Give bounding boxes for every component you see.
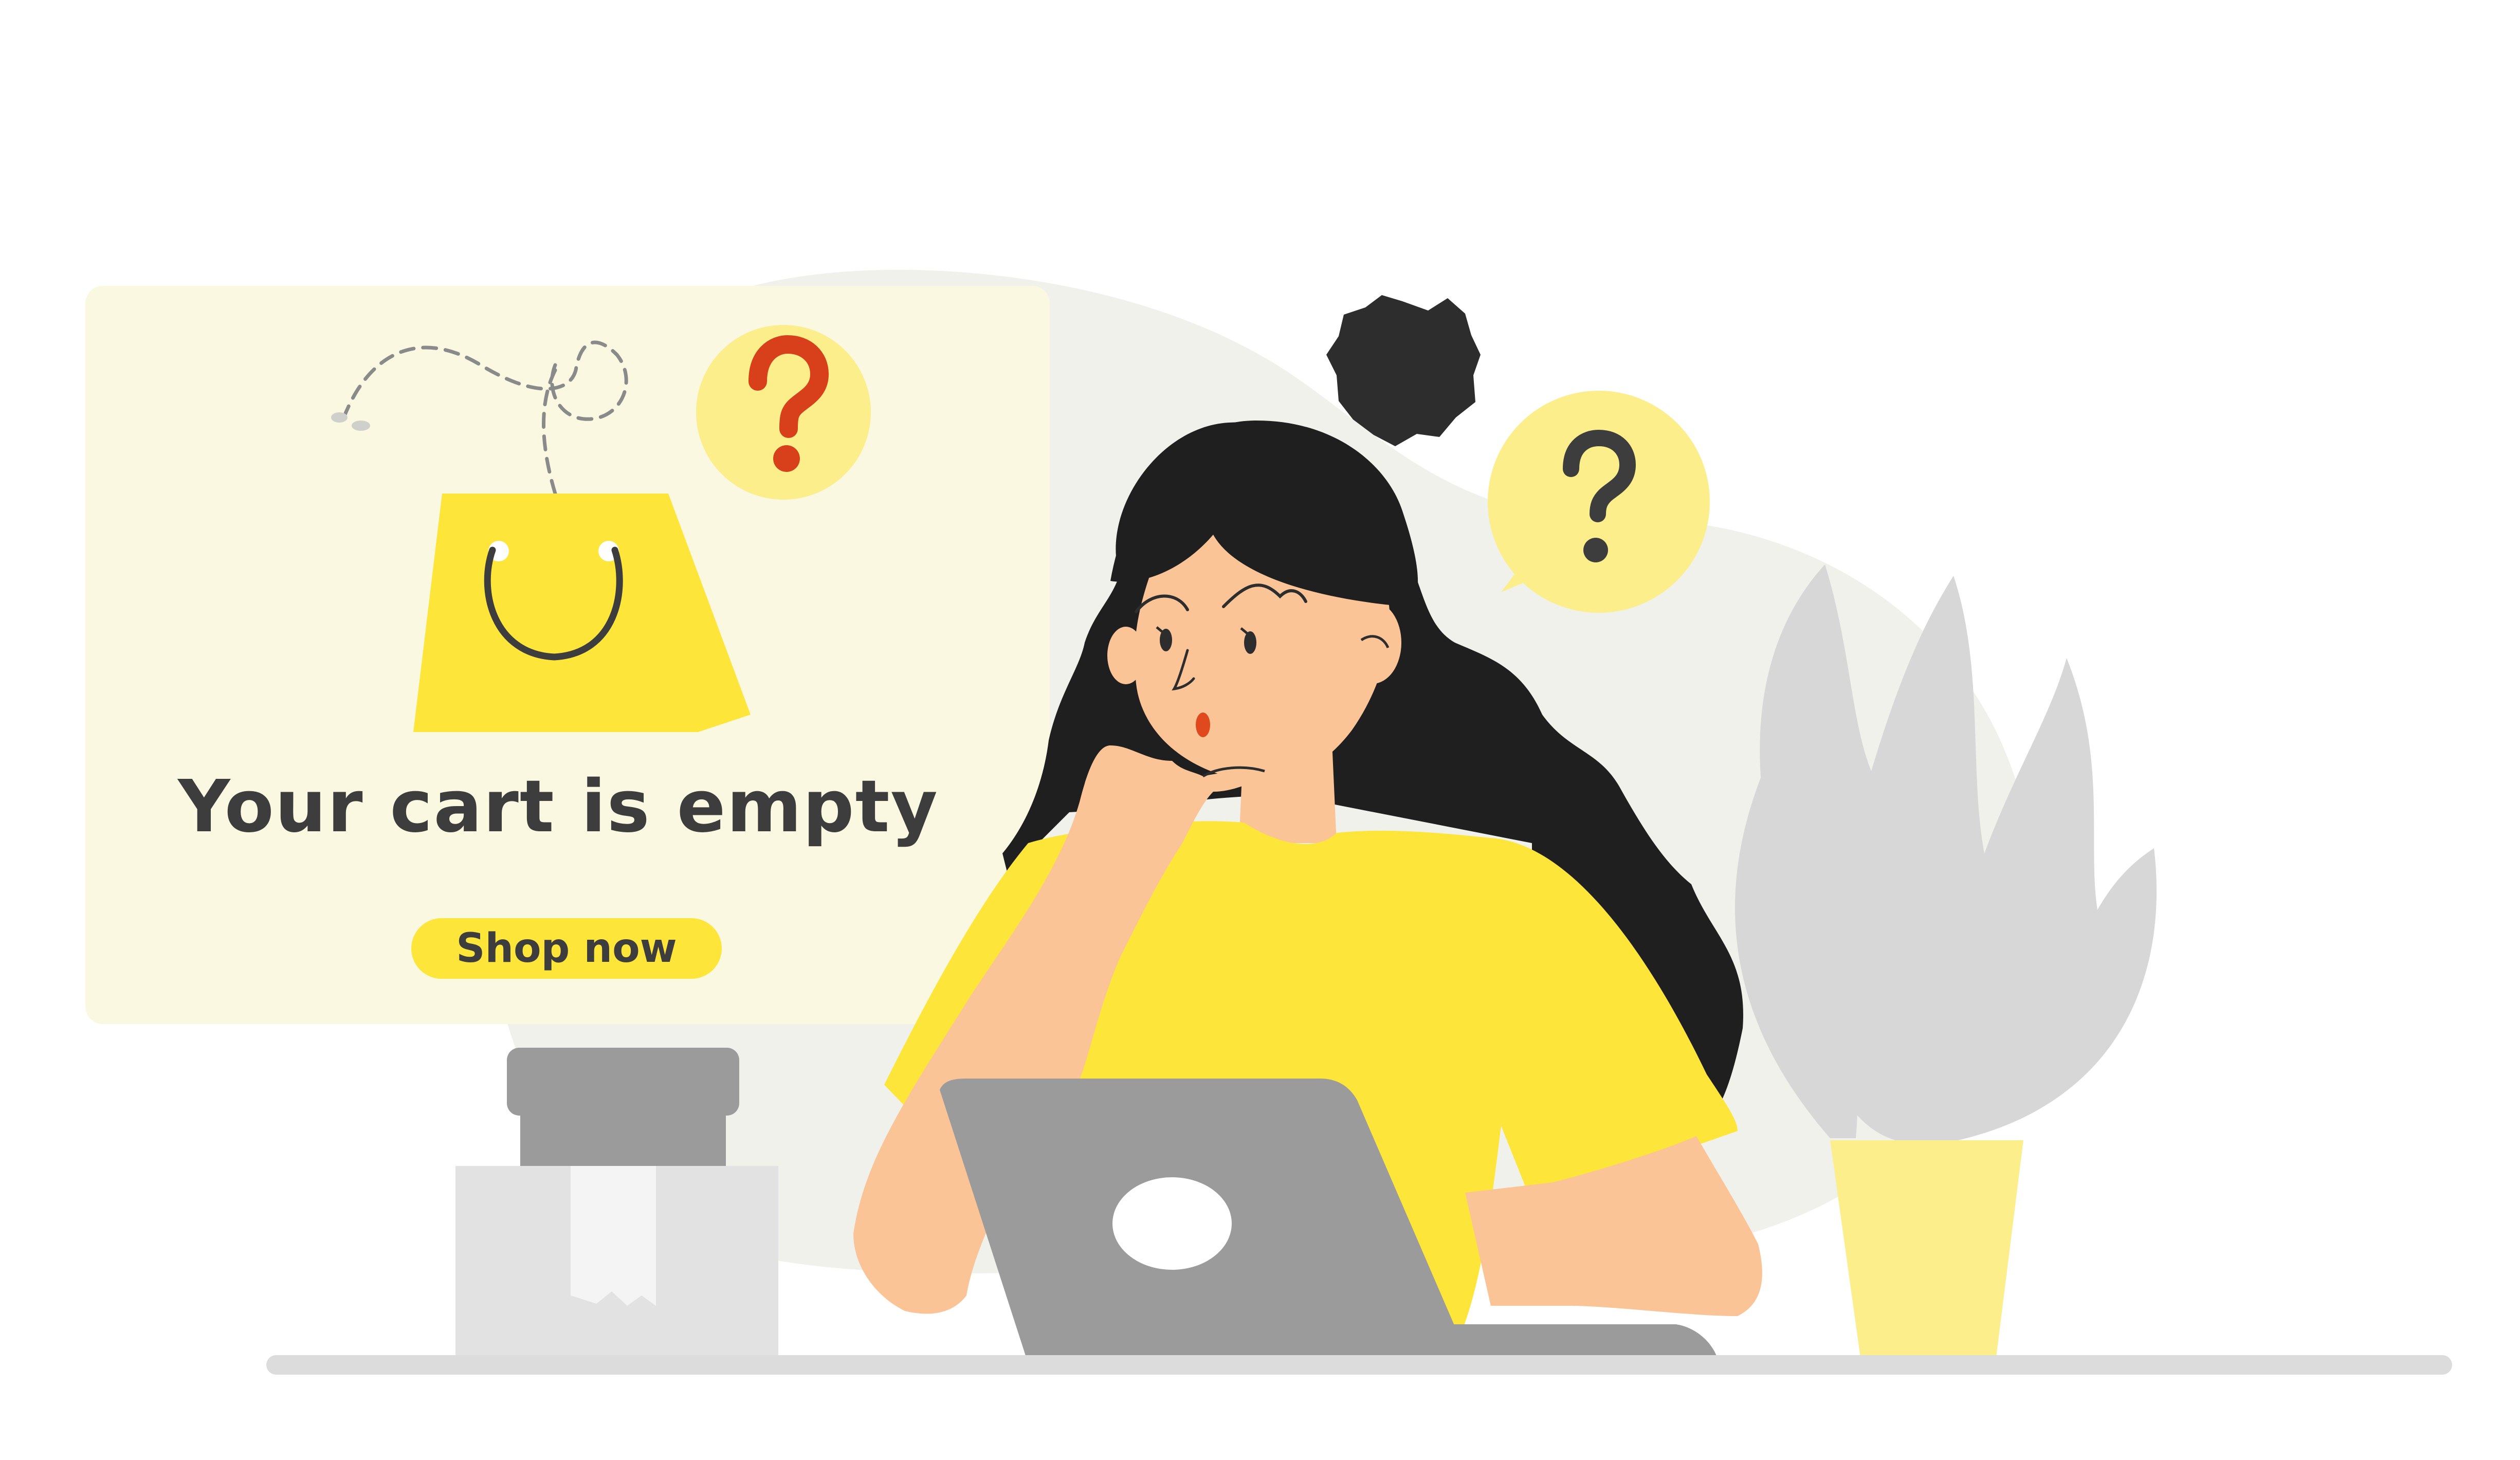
plant-pot	[1830, 1140, 2023, 1361]
potted-plant	[1734, 564, 2157, 1361]
desk-surface	[266, 1355, 2452, 1375]
thought-question-bubble	[1488, 391, 1710, 613]
shop-now-button[interactable]: Shop now	[411, 918, 722, 979]
empty-cart-title: Your cart is empty	[178, 765, 939, 849]
stacked-boxes	[455, 1048, 778, 1361]
illustration-scene	[85, 269, 2452, 1375]
cart-question-bubble	[696, 325, 871, 500]
laptop-logo	[1112, 1177, 1232, 1270]
empty-cart-card	[85, 286, 1050, 1024]
